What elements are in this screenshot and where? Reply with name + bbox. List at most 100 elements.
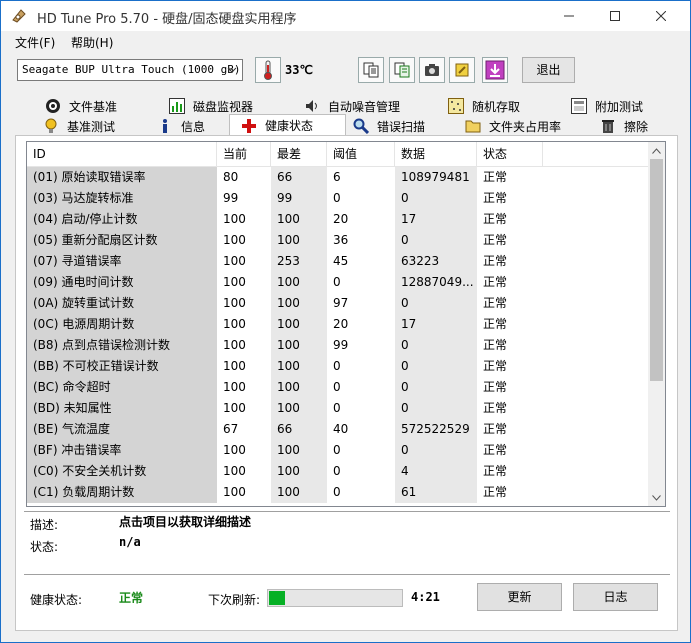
thermometer-button[interactable] [255, 57, 281, 83]
tab-info[interactable]: 信息 [157, 116, 205, 136]
table-row[interactable]: (BC) 命令超时 100 100 0 0 正常 [27, 377, 649, 398]
column-header-worst[interactable]: 最差 [271, 142, 327, 166]
current-value: 99 [223, 191, 239, 205]
list-header: ID 当前 最差 阈值 数据 状态 [27, 142, 649, 167]
scrollbar-thumb[interactable] [650, 159, 663, 381]
options-button[interactable] [449, 57, 475, 83]
worst-value: 100 [271, 293, 327, 314]
tab-benchmark[interactable]: 基准测试 [43, 116, 115, 136]
raw-data: 17 [395, 209, 477, 230]
table-row[interactable]: (C1) 负载周期计数 100 100 0 61 正常 [27, 482, 649, 503]
tab-health[interactable]: 健康状态 [229, 114, 346, 136]
table-row[interactable]: (03) 马达旋转标准 99 99 0 0 正常 [27, 188, 649, 209]
attribute-id: (BD) 未知属性 [27, 398, 217, 419]
window-title: HD Tune Pro 5.70 - 硬盘/固态硬盘实用程序 [37, 12, 297, 27]
current-value: 100 [223, 254, 246, 268]
copy-button[interactable] [358, 57, 384, 83]
tab-disk-monitor[interactable]: 磁盘监视器 [169, 96, 253, 116]
tab-acoustic-management[interactable]: 自动噪音管理 [304, 96, 400, 116]
worst-value: 100 [271, 209, 327, 230]
exit-button[interactable]: 退出 [522, 57, 575, 83]
table-row[interactable]: (C0) 不安全关机计数 100 100 0 4 正常 [27, 461, 649, 482]
tab-folder-usage[interactable]: 文件夹占用率 [465, 116, 561, 136]
disk-monitor-icon [169, 98, 185, 114]
raw-data: 572522529 [395, 419, 477, 440]
worst-value: 66 [271, 419, 327, 440]
column-header-threshold[interactable]: 阈值 [327, 142, 395, 166]
tab-label: 文件夹占用率 [489, 119, 562, 134]
update-button[interactable]: 更新 [477, 583, 562, 611]
worst-value: 100 [271, 230, 327, 251]
close-icon [656, 11, 666, 21]
column-header-status[interactable]: 状态 [477, 142, 543, 166]
magnifier-icon [353, 118, 369, 134]
worst-value: 100 [271, 272, 327, 293]
menu-help[interactable]: 帮助(H) [71, 34, 113, 51]
tab-label: 文件基准 [69, 99, 118, 114]
column-header-data[interactable]: 数据 [395, 142, 477, 166]
table-row[interactable]: (05) 重新分配扇区计数 100 100 36 0 正常 [27, 230, 649, 251]
tab-label: 错误扫描 [377, 119, 426, 134]
threshold-value: 0 [333, 380, 341, 394]
table-row[interactable]: (0C) 电源周期计数 100 100 20 17 正常 [27, 314, 649, 335]
raw-data: 108979481 [395, 167, 477, 188]
drive-select[interactable]: Seagate BUP Ultra Touch (1000 gB) [17, 59, 243, 81]
raw-data: 0 [395, 293, 477, 314]
copy-all-icon [394, 62, 410, 78]
health-status-value: 正常 [119, 591, 144, 605]
tab-label: 信息 [181, 119, 206, 134]
attribute-id: (BC) 命令超时 [27, 377, 217, 398]
vertical-scrollbar[interactable] [648, 142, 665, 506]
attribute-status: 正常 [483, 191, 508, 205]
description-label: 描述: [30, 518, 59, 532]
attribute-status: 正常 [483, 170, 508, 184]
tab-random-access[interactable]: 随机存取 [448, 96, 520, 116]
copy-icon [363, 62, 379, 78]
threshold-value: 6 [333, 170, 341, 184]
raw-data: 63223 [395, 251, 477, 272]
divider [24, 511, 670, 512]
table-row[interactable]: (01) 原始读取错误率 80 66 6 108979481 正常 [27, 167, 649, 188]
chevron-up-icon [652, 147, 661, 154]
table-row[interactable]: (B8) 点到点错误检测计数 100 100 99 0 正常 [27, 335, 649, 356]
column-header-id[interactable]: ID [27, 142, 217, 166]
scroll-up-button[interactable] [648, 142, 665, 159]
maximize-icon [610, 11, 620, 21]
save-button[interactable] [482, 57, 508, 83]
tab-label: 基准测试 [67, 119, 116, 134]
attribute-status: 正常 [483, 212, 508, 226]
table-row[interactable]: (04) 启动/停止计数 100 100 20 17 正常 [27, 209, 649, 230]
threshold-value: 40 [333, 422, 349, 436]
scroll-down-button[interactable] [648, 489, 665, 506]
table-row[interactable]: (0A) 旋转重试计数 100 100 97 0 正常 [27, 293, 649, 314]
close-button[interactable] [638, 1, 684, 31]
minimize-button[interactable] [546, 1, 592, 31]
attribute-status: 正常 [483, 380, 508, 394]
screenshot-button[interactable] [419, 57, 445, 83]
attribute-status: 正常 [483, 401, 508, 415]
threshold-value: 0 [333, 359, 341, 373]
smart-attributes-list[interactable]: ID 当前 最差 阈值 数据 状态 (01) 原始读取错误率 80 66 6 10897… [26, 141, 666, 507]
threshold-value: 0 [333, 191, 341, 205]
current-value: 100 [223, 380, 246, 394]
tab-erase[interactable]: 擦除 [600, 116, 648, 136]
table-row[interactable]: (09) 通电时间计数 100 100 0 12887049... 正常 [27, 272, 649, 293]
worst-value: 99 [271, 188, 327, 209]
raw-data: 12887049... [395, 272, 477, 293]
table-row[interactable]: (BE) 气流温度 67 66 40 572522529 正常 [27, 419, 649, 440]
log-button[interactable]: 日志 [573, 583, 658, 611]
tab-label: 随机存取 [472, 99, 521, 114]
toolbar: Seagate BUP Ultra Touch (1000 gB) 33℃ 退出 [1, 53, 690, 89]
table-row[interactable]: (BD) 未知属性 100 100 0 0 正常 [27, 398, 649, 419]
table-row[interactable]: (BB) 不可校正错误计数 100 100 0 0 正常 [27, 356, 649, 377]
table-row[interactable]: (BF) 冲击错误率 100 100 0 0 正常 [27, 440, 649, 461]
tab-error-scan[interactable]: 错误扫描 [353, 116, 425, 136]
table-row[interactable]: (07) 寻道错误率 100 253 45 63223 正常 [27, 251, 649, 272]
column-header-current[interactable]: 当前 [217, 142, 271, 166]
folder-icon [465, 120, 481, 133]
tab-file-benchmark[interactable]: 文件基准 [45, 96, 117, 116]
tab-extra-tests[interactable]: 附加测试 [571, 96, 643, 116]
copy-all-button[interactable] [389, 57, 415, 83]
menu-file[interactable]: 文件(F) [15, 34, 55, 51]
maximize-button[interactable] [592, 1, 638, 31]
